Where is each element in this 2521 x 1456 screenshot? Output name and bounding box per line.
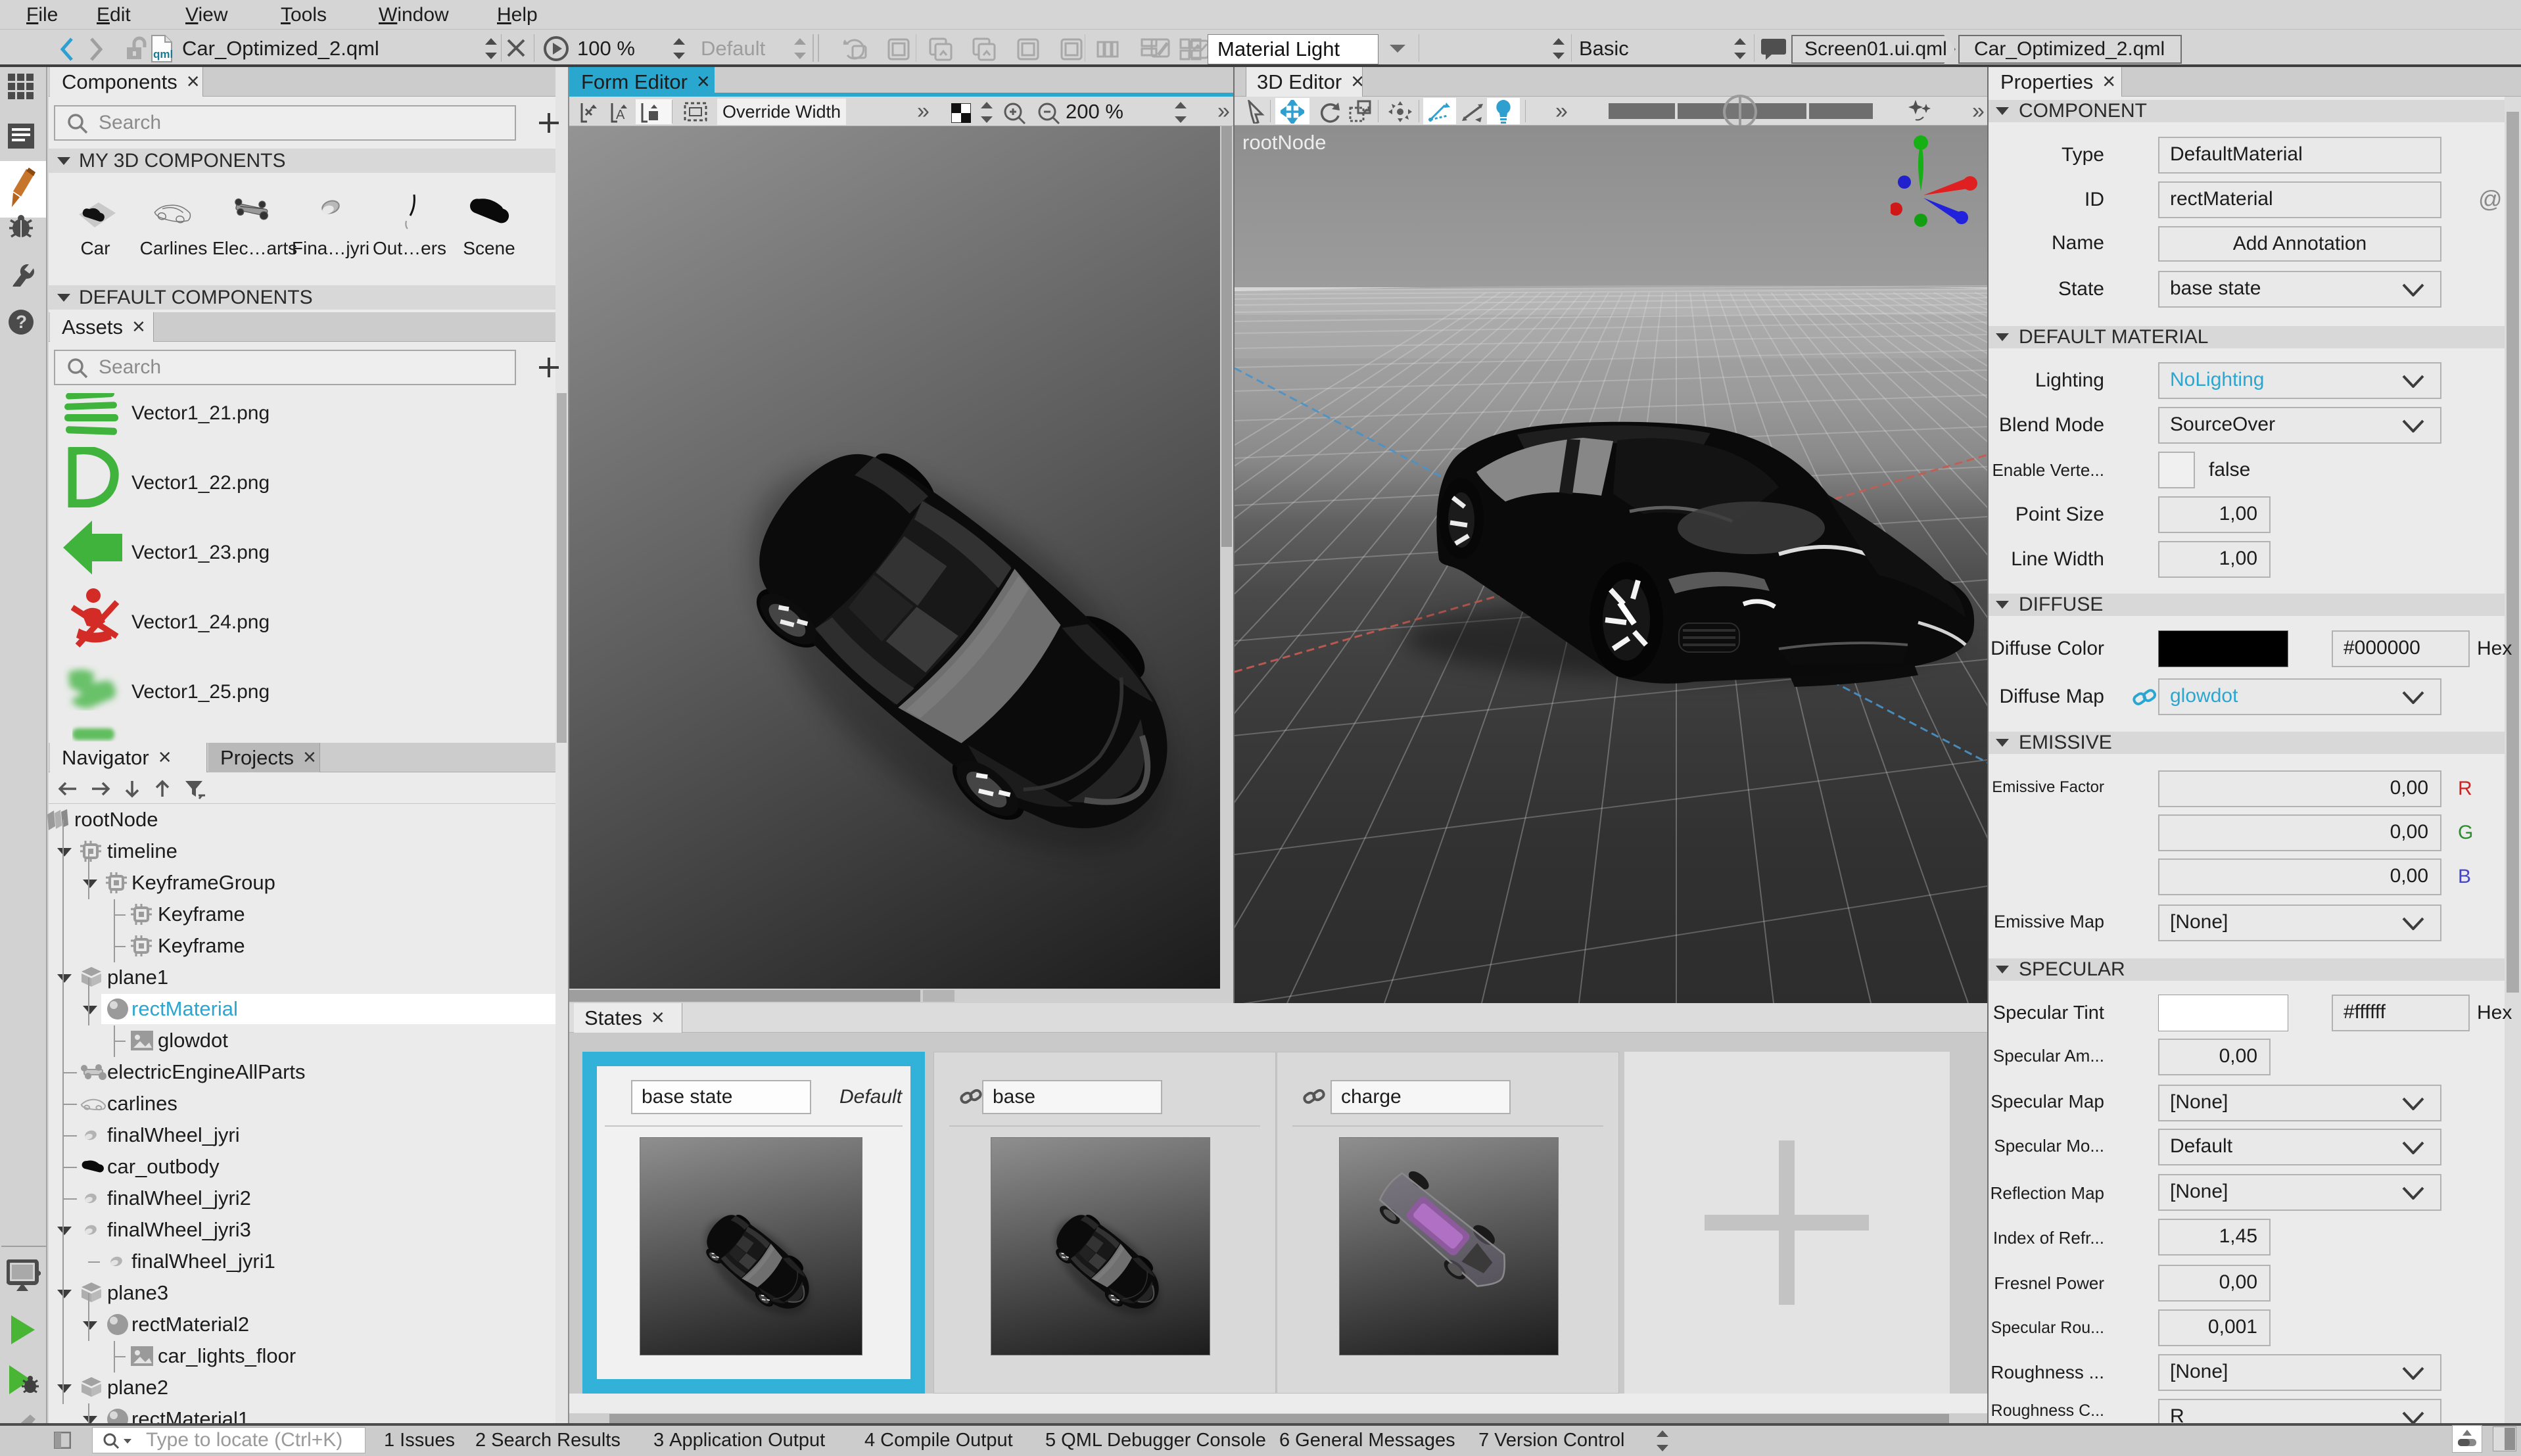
svg-text:qml: qml — [153, 48, 173, 60]
svg-text:?: ? — [16, 312, 27, 332]
svg-text:A: A — [616, 108, 625, 122]
